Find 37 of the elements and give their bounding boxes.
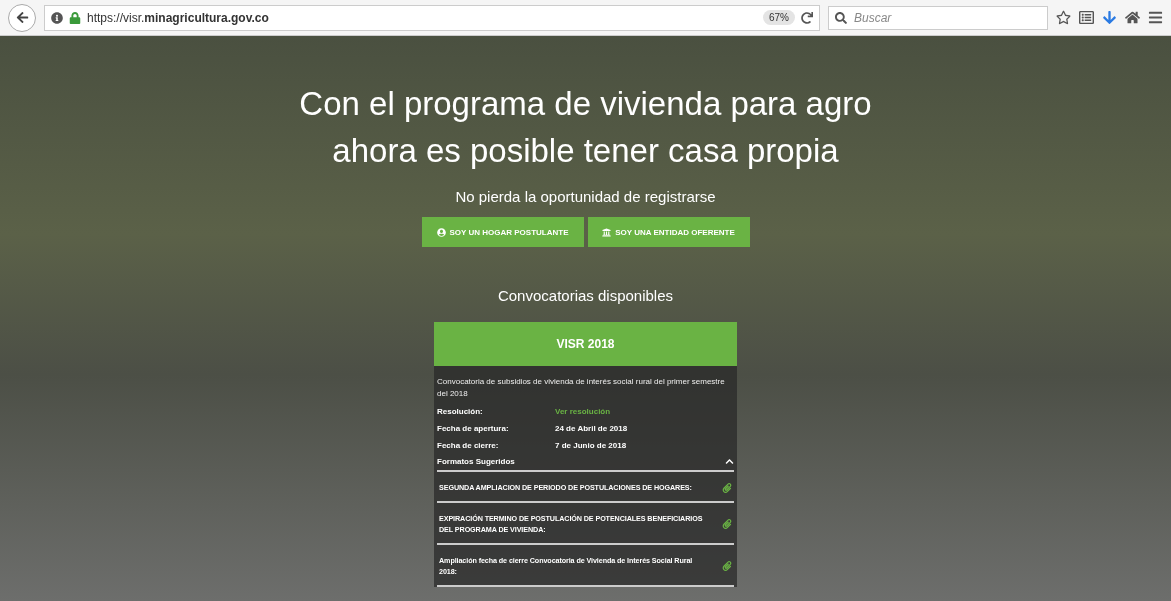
detail-label: Fecha de apertura: <box>437 423 510 434</box>
lock-icon <box>69 11 81 24</box>
detail-label: Resolución: <box>437 406 484 417</box>
hero-subtitle: No pierda la oportunidad de registrarse <box>455 188 716 205</box>
building-icon <box>602 227 612 237</box>
chevron-up-icon[interactable] <box>725 457 734 466</box>
star-icon[interactable] <box>1056 10 1071 25</box>
hero-title: Con el programa de vivienda para agro <box>299 84 872 124</box>
user-icon <box>436 227 446 237</box>
detail-value: 24 de Abril de 2018 <box>555 423 629 434</box>
menu-icon[interactable] <box>1148 10 1163 25</box>
back-button[interactable] <box>8 3 36 32</box>
info-icon[interactable] <box>51 11 63 24</box>
search-field[interactable]: Buscar <box>828 5 1048 30</box>
url-text: https://visr.minagricultura.gov.co <box>87 10 270 25</box>
reload-icon[interactable] <box>801 11 813 24</box>
formats-header[interactable]: Formatos Sugeridos <box>437 457 734 472</box>
detail-value: 7 de Junio de 2018 <box>555 440 628 451</box>
download-icon[interactable] <box>1102 10 1117 25</box>
search-icon <box>835 11 847 24</box>
paperclip-icon[interactable] <box>722 482 732 493</box>
home-icon[interactable] <box>1125 10 1140 25</box>
back-arrow-icon <box>15 11 29 24</box>
call-description: Convocatoria de subsidios de vivienda de interés social rural del primer semestre del 2018 <box>437 376 726 400</box>
register-button[interactable]: SOY UNA ENTIDAD OFERENTE <box>587 217 750 247</box>
zoom-level-button[interactable]: 67% <box>763 10 795 25</box>
hero-title: ahora es posible tener casa propia <box>332 131 839 171</box>
section-title: Convocatorias disponibles <box>497 287 674 304</box>
call-button[interactable]: VISR 2018 <box>434 322 737 366</box>
paperclip-icon[interactable] <box>722 519 732 529</box>
register-button[interactable]: SOY UN HOGAR POSTULANTE <box>421 217 584 247</box>
formats-title: Formatos Sugeridos <box>437 457 515 466</box>
address-bar[interactable]: https://visr.minagricultura.gov.co 67% <box>44 4 820 31</box>
reading-list-icon[interactable] <box>1079 10 1094 25</box>
detail-label: Fecha de cierre: <box>437 440 500 451</box>
resolution-link[interactable]: Ver resolución <box>555 406 734 417</box>
paperclip-icon[interactable] <box>722 561 732 571</box>
